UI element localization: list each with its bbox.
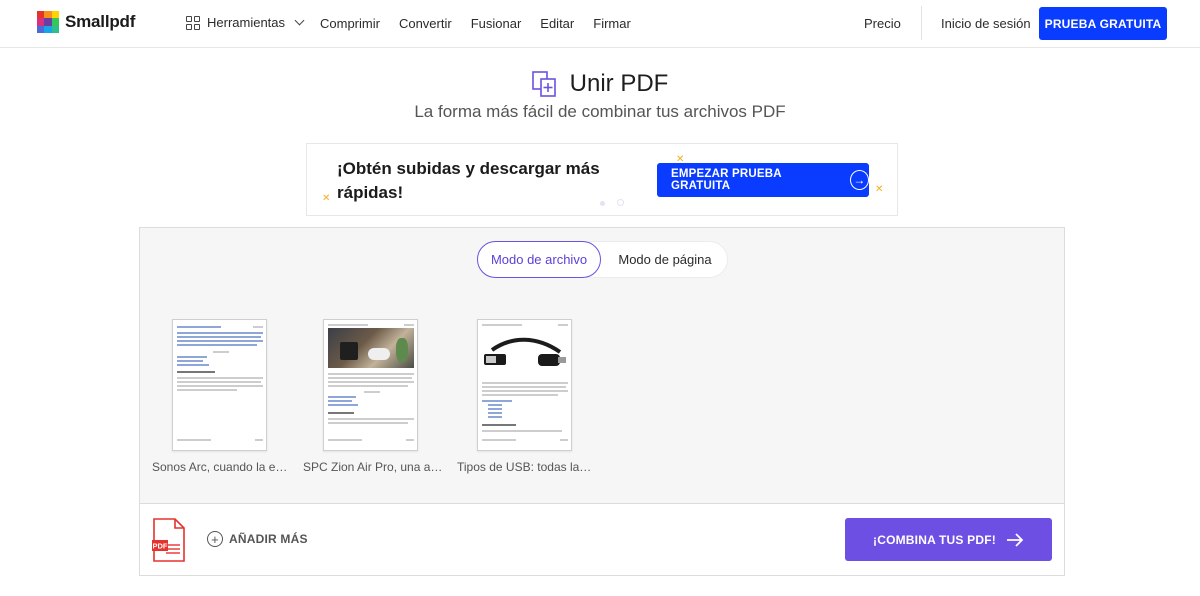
grid-icon bbox=[186, 15, 200, 30]
arrow-right-icon bbox=[1006, 532, 1024, 547]
chevron-down-icon bbox=[294, 15, 305, 26]
file-name: Sonos Arc, cuando la ex… bbox=[152, 460, 292, 474]
add-more-button[interactable]: + AÑADIR MÁS bbox=[207, 531, 308, 547]
page-subtitle: La forma más fácil de combinar tus archi… bbox=[414, 102, 786, 121]
nav-divider bbox=[921, 6, 922, 40]
mode-toggle: Modo de archivo Modo de página bbox=[477, 241, 728, 278]
logo[interactable]: Smallpdf bbox=[37, 11, 135, 33]
sparkle-icon: ✕ bbox=[875, 184, 884, 195]
file-thumbnail bbox=[323, 319, 418, 451]
merge-pdf-icon bbox=[531, 71, 556, 97]
file-name: SPC Zion Air Pro, una alt… bbox=[303, 460, 443, 474]
tools-label: Herramientas bbox=[207, 15, 286, 30]
top-navbar: Smallpdf Herramientas Comprimir Converti… bbox=[0, 0, 1200, 48]
svg-text:PDF: PDF bbox=[153, 542, 168, 551]
pricing-link[interactable]: Precio bbox=[864, 16, 901, 31]
nav-link-editar[interactable]: Editar bbox=[540, 16, 574, 31]
login-link[interactable]: Inicio de sesión bbox=[941, 16, 1031, 31]
promo-banner: ✕ ✕ ✕ ¡Obtén subidas y descargar más ráp… bbox=[306, 143, 898, 216]
nav-link-comprimir[interactable]: Comprimir bbox=[320, 16, 380, 31]
smallpdf-logo-icon bbox=[37, 11, 59, 33]
combine-pdf-button[interactable]: ¡COMBINA TUS PDF! bbox=[845, 518, 1052, 561]
promo-text: ¡Obtén subidas y descargar más rápidas! bbox=[337, 159, 600, 202]
usb-cable-image bbox=[482, 328, 568, 378]
nav-links: Comprimir Convertir Fusionar Editar Firm… bbox=[320, 16, 650, 31]
nav-link-fusionar[interactable]: Fusionar bbox=[471, 16, 522, 31]
free-trial-button[interactable]: PRUEBA GRATUITA bbox=[1039, 7, 1167, 40]
file-thumbnail bbox=[172, 319, 267, 451]
nav-link-convertir[interactable]: Convertir bbox=[399, 16, 452, 31]
file-name: Tipos de USB: todas las … bbox=[457, 460, 597, 474]
start-trial-button[interactable]: EMPEZAR PRUEBA GRATUITA → bbox=[657, 163, 869, 197]
page-title: Unir PDF bbox=[569, 70, 669, 97]
start-trial-label: EMPEZAR PRUEBA GRATUITA bbox=[671, 168, 782, 192]
thumbnail-photo bbox=[328, 328, 414, 368]
pdf-file-icon: PDF bbox=[152, 518, 185, 562]
combine-label: ¡COMBINA TUS PDF! bbox=[873, 532, 996, 547]
file-mode-tab[interactable]: Modo de archivo bbox=[477, 241, 601, 278]
sparkle-icon: ✕ bbox=[322, 193, 331, 204]
plus-circle-icon: + bbox=[207, 531, 223, 547]
file-thumbnail bbox=[477, 319, 572, 451]
brand-name: Smallpdf bbox=[65, 12, 136, 31]
decor-dot bbox=[617, 199, 624, 206]
file-workspace: Modo de archivo Modo de página Sonos Arc… bbox=[139, 227, 1065, 503]
arrow-right-icon: → bbox=[849, 170, 869, 190]
tools-menu[interactable]: Herramientas bbox=[186, 15, 305, 30]
action-bar: PDF + AÑADIR MÁS ¡COMBINA TUS PDF! bbox=[139, 503, 1065, 576]
page-mode-tab[interactable]: Modo de página bbox=[602, 241, 728, 278]
page-header: Unir PDF bbox=[0, 70, 1200, 98]
nav-link-firmar[interactable]: Firmar bbox=[593, 16, 631, 31]
add-more-label: AÑADIR MÁS bbox=[229, 532, 308, 546]
